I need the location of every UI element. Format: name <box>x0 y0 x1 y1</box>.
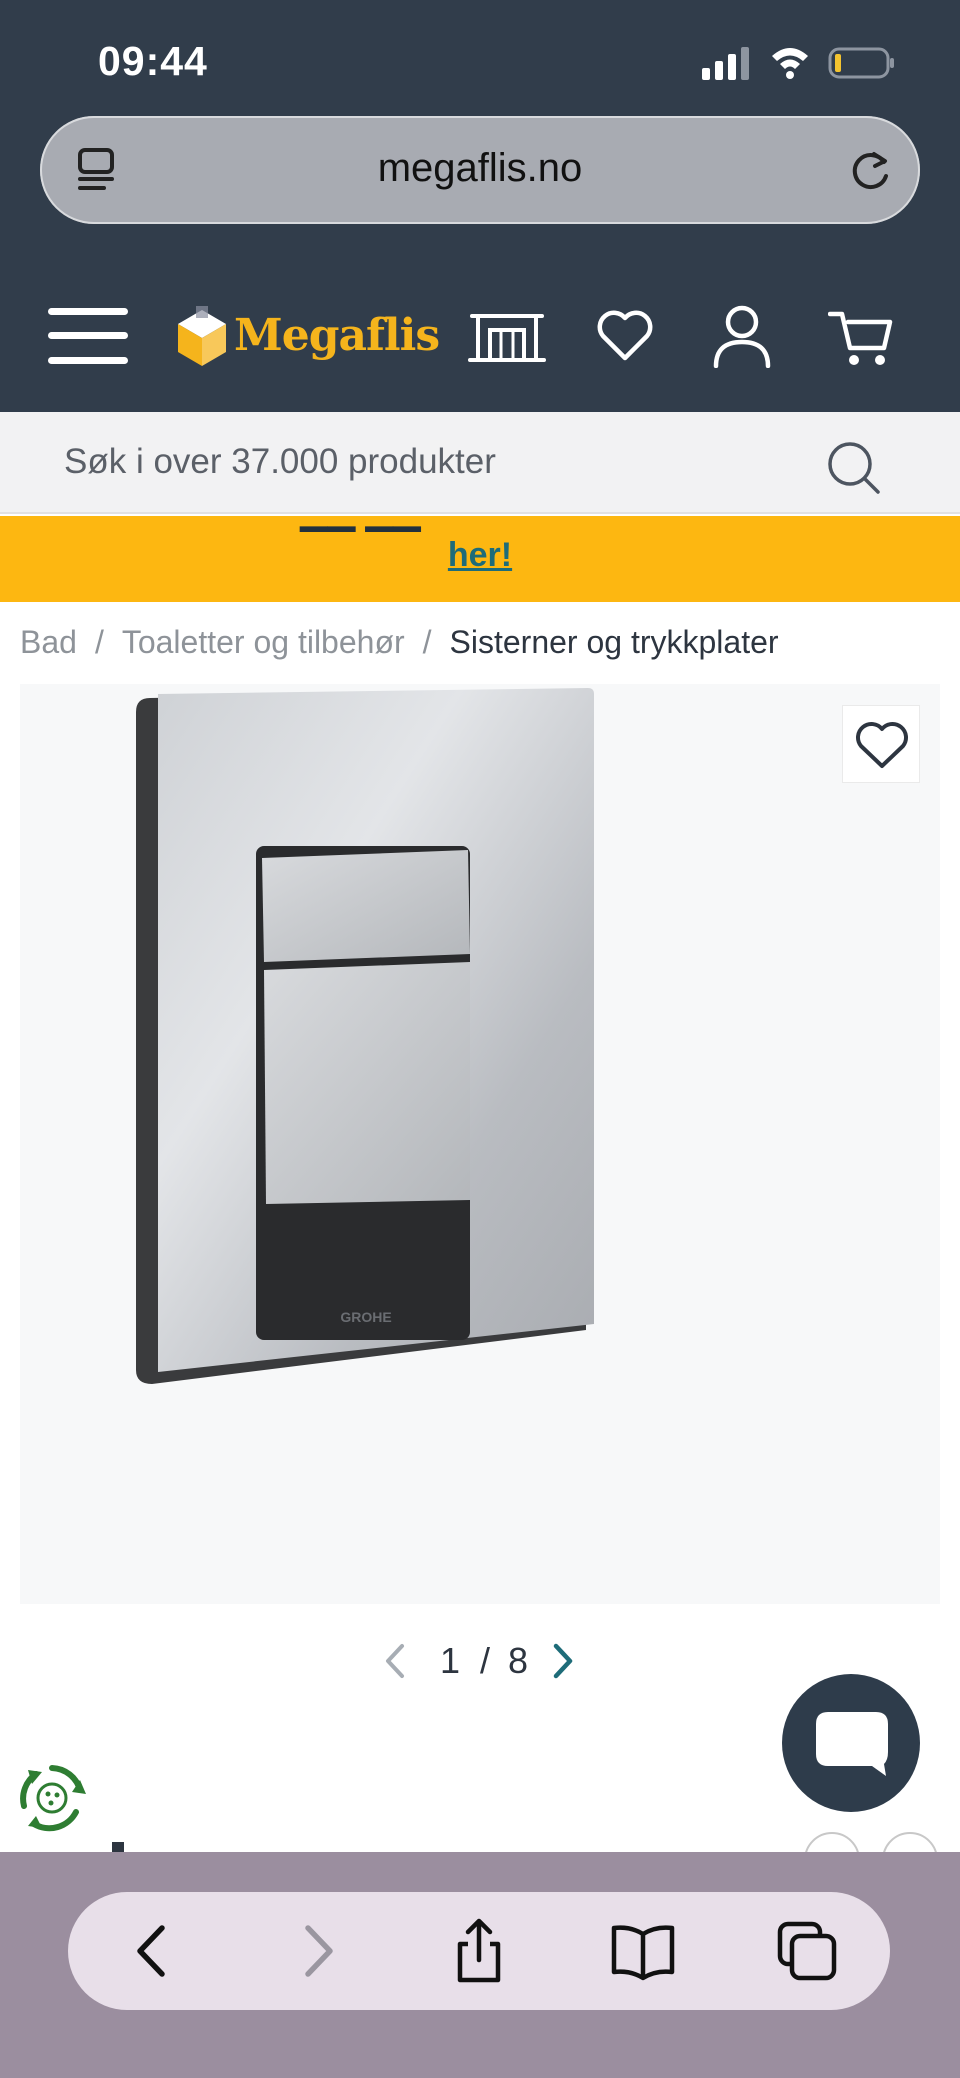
back-icon[interactable] <box>120 1918 186 1984</box>
browser-toolbar-pill <box>68 1892 890 2010</box>
chat-bubble-icon <box>816 1712 888 1776</box>
breadcrumb-separator: / <box>94 624 104 660</box>
hamburger-menu-icon[interactable] <box>46 306 130 366</box>
cellular-signal-icon <box>702 47 749 80</box>
user-icon[interactable] <box>712 304 772 368</box>
shopping-cart-icon[interactable] <box>828 304 894 368</box>
chevron-right-icon[interactable] <box>548 1642 578 1680</box>
bookmarks-icon[interactable] <box>610 1918 676 1984</box>
heart-outline-icon <box>856 722 908 768</box>
logo-mark-icon <box>178 306 226 366</box>
banner-clipped-text: ▁▁ ▁▁ <box>300 516 421 532</box>
breadcrumb-separator: / <box>422 624 432 660</box>
breadcrumb-item-bad[interactable]: Bad <box>20 624 77 660</box>
chat-button[interactable] <box>782 1674 920 1812</box>
breadcrumb-item-toaletter[interactable]: Toaletter og tilbehør <box>122 624 405 660</box>
battery-icon <box>828 47 894 79</box>
gallery-pager: 1 / 8 <box>380 1636 580 1686</box>
flush-plate-illustration: GROHE <box>136 688 594 1384</box>
heart-icon[interactable] <box>596 308 654 362</box>
logo-wordmark: Megaflis <box>234 310 440 361</box>
forward-icon[interactable] <box>284 1918 350 1984</box>
search-input[interactable]: Søk i over 37.000 produkter <box>64 442 496 482</box>
grohe-brand-mark: GROHE <box>340 1309 391 1325</box>
megaflis-logo[interactable]: Megaflis <box>176 300 440 376</box>
promo-banner: ▁▁ ▁▁ her! <box>0 516 960 602</box>
product-image[interactable]: GROHE <box>20 684 940 1604</box>
add-to-wishlist-button[interactable] <box>842 705 920 783</box>
tabs-icon[interactable] <box>774 1918 840 1984</box>
browser-toolbar <box>0 1852 960 2078</box>
reload-icon[interactable] <box>848 146 894 192</box>
banner-link[interactable]: her! <box>0 536 960 575</box>
share-icon[interactable] <box>446 1918 512 1984</box>
chevron-left-icon[interactable] <box>380 1642 410 1680</box>
wifi-icon <box>772 48 808 79</box>
status-time: 09:44 <box>98 38 208 84</box>
breadcrumb: Bad / Toaletter og tilbehør / Sisterner og t… <box>20 624 779 661</box>
gallery-separator: / <box>480 1640 491 1681</box>
search-bar[interactable]: Søk i over 37.000 produkter <box>0 412 960 514</box>
recycle-icon[interactable] <box>16 1762 88 1834</box>
breadcrumb-item-current: Sisterner og trykkplater <box>449 624 779 660</box>
store-icon[interactable] <box>468 312 546 364</box>
search-icon[interactable] <box>826 440 882 496</box>
address-bar[interactable]: megaflis.no <box>40 116 920 224</box>
gallery-current-index: 1 <box>440 1640 461 1681</box>
gallery-total-count: 8 <box>508 1640 529 1681</box>
url-text[interactable]: megaflis.no <box>40 146 920 191</box>
